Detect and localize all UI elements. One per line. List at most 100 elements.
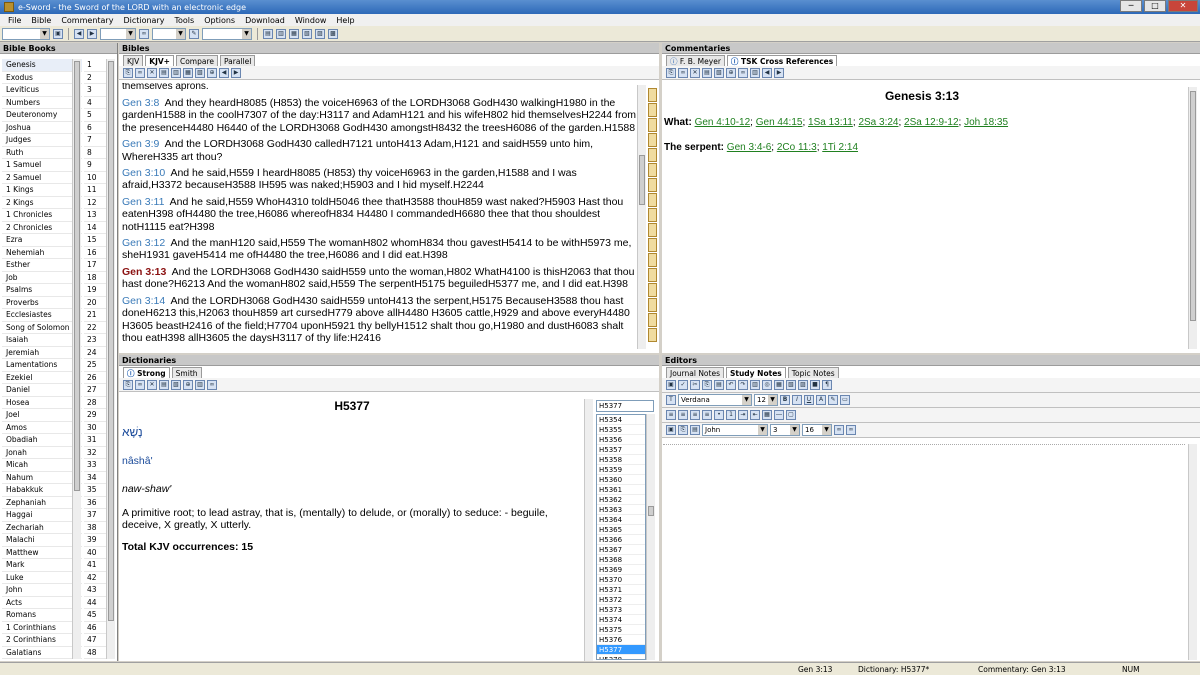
cross-reference-link[interactable]: 2Sa 3:24 — [858, 117, 898, 128]
cross-reference-link[interactable]: Gen 4:10-12 — [695, 117, 751, 128]
book-item[interactable]: 2 Kings — [2, 197, 82, 209]
strongs-list-item[interactable]: H5361 — [597, 485, 645, 495]
bold-icon[interactable]: B — [780, 395, 790, 405]
book-item[interactable]: Micah — [2, 459, 82, 472]
menu-dictionary[interactable]: Dictionary — [118, 16, 169, 25]
strongs-list-item[interactable]: H5364 — [597, 515, 645, 525]
books-scrollbar[interactable] — [72, 59, 81, 659]
chapter-item[interactable]: 10 — [84, 172, 106, 184]
chapter-item[interactable]: 43 — [84, 584, 106, 597]
chapter-item[interactable]: 21 — [84, 309, 106, 322]
chapter-item[interactable]: 36 — [84, 497, 106, 509]
bookmark-tab[interactable] — [648, 298, 657, 312]
bookmark-tab[interactable] — [648, 313, 657, 327]
strongs-list-item[interactable]: H5373 — [597, 605, 645, 615]
cross-reference-link[interactable]: Gen 44:15 — [756, 117, 803, 128]
book-item[interactable]: Daniel — [2, 384, 82, 397]
bookmark-tab[interactable] — [648, 253, 657, 267]
menu-bible[interactable]: Bible — [26, 16, 56, 25]
cross-reference-link[interactable]: 1Sa 13:11 — [808, 117, 853, 128]
align-center-icon[interactable]: ≡ — [678, 410, 688, 420]
book-item[interactable]: 1 Chronicles — [2, 209, 82, 222]
align-right-icon[interactable]: ≡ — [690, 410, 700, 420]
chapter-item[interactable]: 29 — [84, 409, 106, 422]
font-family-select[interactable]: Verdana — [678, 394, 752, 406]
tab-journal-notes[interactable]: Journal Notes — [666, 367, 724, 378]
chapter-item[interactable]: 34 — [84, 472, 106, 484]
book-item[interactable]: Lamentations — [2, 359, 82, 372]
maximize-button[interactable]: □ — [1144, 0, 1166, 12]
book-item[interactable]: 2 Corinthians — [2, 634, 82, 647]
chapter-item[interactable]: 41 — [84, 559, 106, 572]
layout-icon-1[interactable]: ▤ — [263, 28, 273, 39]
verse-reference[interactable]: Gen 3:11 — [122, 196, 164, 208]
strongs-list-item[interactable]: H5375 — [597, 625, 645, 635]
verse[interactable]: Gen 3:11 And he said,H559 WhoH4310 toldH… — [122, 196, 637, 233]
verse[interactable]: Gen 3:14 And the LORDH3068 GodH430 saidH… — [122, 295, 637, 345]
outdent-icon[interactable]: ⇤ — [750, 410, 760, 420]
back-icon[interactable]: ◀ — [74, 28, 84, 39]
chapter-item[interactable]: 48 — [84, 647, 106, 659]
bookmark-tab[interactable] — [648, 193, 657, 207]
bookmark-tab[interactable] — [648, 88, 657, 102]
align-left-icon[interactable]: ≡ — [666, 410, 676, 420]
bookmark-tab[interactable] — [648, 133, 657, 147]
paste-icon[interactable]: ▦ — [183, 67, 193, 78]
chapter-item[interactable]: 3 — [84, 84, 106, 97]
history-combo[interactable] — [100, 27, 136, 40]
chapter-item[interactable]: 1 — [84, 59, 106, 72]
minimize-button[interactable]: ─ — [1120, 0, 1142, 12]
bookmark-tab[interactable] — [648, 103, 657, 117]
close-icon[interactable]: ✕ — [147, 67, 157, 78]
bookmark-tab[interactable] — [648, 148, 657, 162]
bullets-icon[interactable]: • — [714, 410, 724, 420]
book-item[interactable]: Jeremiah — [2, 347, 82, 359]
undo-icon[interactable]: ↶ — [726, 380, 736, 390]
strongs-list-item[interactable]: H5366 — [597, 535, 645, 545]
verse-reference[interactable]: Gen 3:12 — [122, 237, 165, 249]
strongs-list-item[interactable]: H5355 — [597, 425, 645, 435]
chapter-item[interactable]: 14 — [84, 222, 106, 234]
chapter-item[interactable]: 31 — [84, 434, 106, 447]
strongs-list-item[interactable]: H5378 — [597, 655, 645, 659]
book-item[interactable]: Joshua — [2, 122, 82, 134]
verse[interactable]: Gen 3:12 And the manH120 said,H559 The w… — [122, 237, 637, 262]
cross-reference-link[interactable]: 1Ti 2:14 — [822, 142, 858, 153]
color-icon[interactable]: ■ — [810, 380, 820, 390]
chapter-item[interactable]: 7 — [84, 134, 106, 147]
strongs-list-item[interactable]: H5369 — [597, 565, 645, 575]
book-item[interactable]: 1 Kings — [2, 184, 82, 197]
book-item[interactable]: Leviticus — [2, 84, 82, 97]
bible-scrollbar[interactable] — [637, 85, 646, 349]
tab-smith[interactable]: Smith — [171, 367, 202, 378]
book-item[interactable]: 2 Chronicles — [2, 222, 82, 234]
book-item[interactable]: Isaiah — [2, 334, 82, 347]
book-item[interactable]: John — [2, 584, 82, 597]
menu-help[interactable]: Help — [331, 16, 359, 25]
highlight-icon[interactable]: ▧ — [195, 67, 205, 78]
verse-reference[interactable]: Gen 3:14 — [122, 295, 165, 307]
indent-icon[interactable]: ⇥ — [738, 410, 748, 420]
chapter-item[interactable]: 40 — [84, 547, 106, 559]
cross-reference-link[interactable]: Gen 3:4-6 — [727, 142, 771, 153]
verse[interactable]: Gen 3:8 And they heardH8085 (H853) the v… — [122, 97, 637, 134]
book-item[interactable]: Matthew — [2, 547, 82, 559]
verse[interactable]: Gen 3:13 And the LORDH3068 GodH430 saidH… — [122, 266, 637, 291]
paragraph-icon[interactable]: ¶ — [822, 380, 832, 390]
note-icon[interactable]: ▭ — [840, 395, 850, 405]
chapter-item[interactable]: 8 — [84, 147, 106, 159]
numbering-icon[interactable]: 1 — [726, 410, 736, 420]
book-item[interactable]: Psalms — [2, 284, 82, 297]
search-combo[interactable] — [152, 27, 186, 40]
chapter-item[interactable]: 5 — [84, 109, 106, 122]
link-icon[interactable]: ∞ — [207, 379, 217, 390]
binoculars-icon[interactable]: ∞ — [135, 67, 145, 78]
link-icon[interactable]: ∞ — [834, 425, 844, 435]
copy-verse-icon[interactable]: ▥ — [171, 67, 181, 78]
book-item[interactable]: Joel — [2, 409, 82, 422]
book-item[interactable]: Malachi — [2, 534, 82, 547]
nav-forward-icon[interactable]: ▶ — [774, 67, 784, 78]
chapter-item[interactable]: 27 — [84, 384, 106, 397]
commentary-scrollbar[interactable] — [1188, 87, 1197, 349]
chapter-item[interactable]: 9 — [84, 159, 106, 172]
